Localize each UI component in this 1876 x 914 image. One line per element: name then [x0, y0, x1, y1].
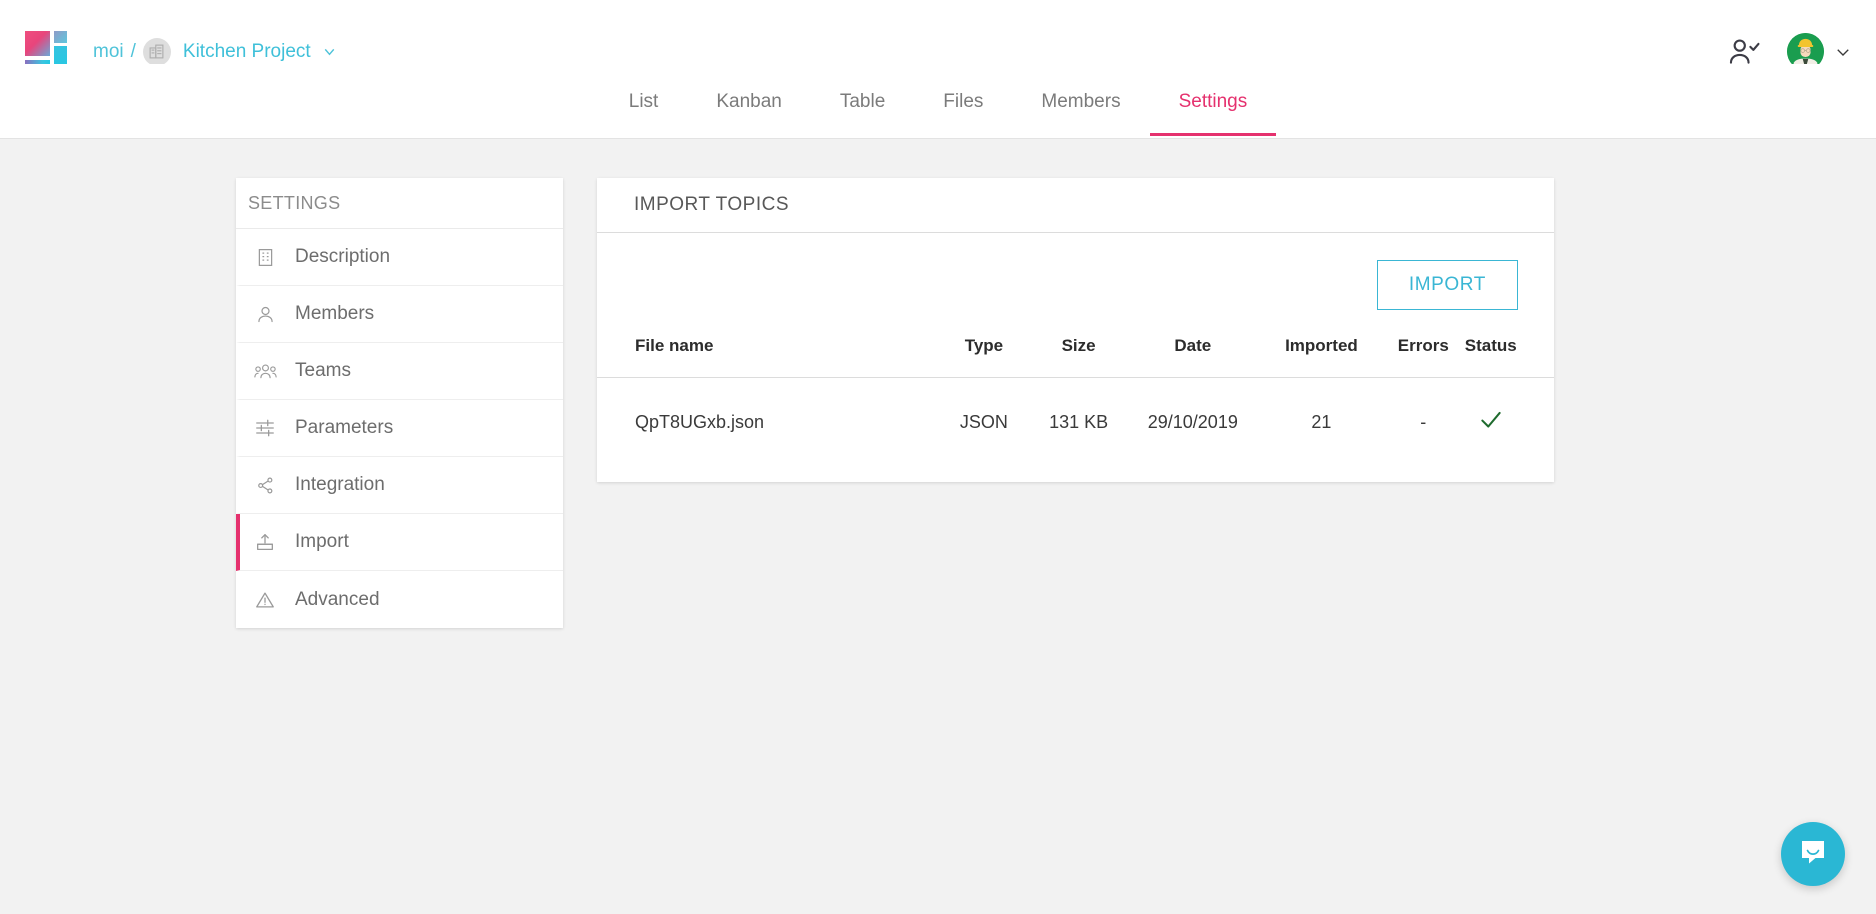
logo-tile-2 — [54, 31, 67, 43]
import-button[interactable]: IMPORT — [1377, 260, 1518, 310]
tab-kanban[interactable]: Kanban — [687, 64, 811, 136]
column-header-size: Size — [1031, 336, 1126, 378]
cell-imported: 21 — [1260, 378, 1383, 447]
page-title: IMPORT TOPICS — [597, 178, 1554, 233]
cell-errors: - — [1383, 378, 1463, 447]
cell-date: 29/10/2019 — [1126, 378, 1260, 447]
chat-bubble-icon — [1797, 836, 1829, 873]
sidebar-item-advanced[interactable]: Advanced — [236, 571, 563, 628]
breadcrumb: moi / Kitchen Project — [93, 38, 338, 66]
logo-tile-1 — [25, 31, 50, 56]
chevron-down-icon[interactable] — [1834, 43, 1852, 61]
chevron-down-icon[interactable] — [321, 43, 338, 60]
sidebar-item-label: Parameters — [295, 417, 393, 439]
column-header-date: Date — [1126, 336, 1260, 378]
status-success-check-icon — [1478, 407, 1504, 433]
breadcrumb-separator: / — [131, 41, 136, 63]
sidebar-item-teams[interactable]: Teams — [236, 343, 563, 400]
settings-nav-panel: SETTINGS Description Members — [236, 178, 563, 628]
table-header: File name Type Size Date Imported Errors… — [597, 336, 1554, 378]
cell-status — [1463, 378, 1554, 447]
column-header-file-name: File name — [597, 336, 937, 378]
import-toolbar: IMPORT — [597, 233, 1554, 310]
table-body: QpT8UGxb.json JSON 131 KB 29/10/2019 21 … — [597, 378, 1554, 447]
imported-files-table: File name Type Size Date Imported Errors… — [597, 336, 1554, 446]
sidebar-item-label: Teams — [295, 360, 351, 382]
sidebar-item-members[interactable]: Members — [236, 286, 563, 343]
main-tab-bar: List Kanban Table Files Members Settings — [0, 64, 1876, 139]
sliders-icon — [252, 417, 278, 439]
cell-size: 131 KB — [1031, 378, 1126, 447]
breadcrumb-owner[interactable]: moi — [93, 41, 124, 63]
breadcrumb-project[interactable]: Kitchen Project — [183, 41, 311, 63]
tab-table[interactable]: Table — [811, 64, 914, 136]
upload-box-icon — [252, 531, 278, 553]
tab-files[interactable]: Files — [914, 64, 1012, 136]
table-row[interactable]: QpT8UGxb.json JSON 131 KB 29/10/2019 21 … — [597, 378, 1554, 447]
tab-members[interactable]: Members — [1012, 64, 1149, 136]
sidebar-item-label: Description — [295, 246, 390, 268]
sidebar-item-label: Integration — [295, 474, 385, 496]
column-header-status: Status — [1463, 336, 1554, 378]
warning-icon — [252, 589, 278, 611]
person-icon — [252, 304, 278, 325]
content-area: SETTINGS Description Members — [0, 139, 1876, 914]
sidebar-item-description[interactable]: Description — [236, 229, 563, 286]
project-avatar-icon — [143, 38, 171, 66]
column-header-imported: Imported — [1260, 336, 1383, 378]
sidebar-item-label: Members — [295, 303, 374, 325]
import-topics-panel: IMPORT TOPICS IMPORT File name Type Size… — [597, 178, 1554, 482]
column-header-type: Type — [937, 336, 1032, 378]
sidebar-item-integration[interactable]: Integration — [236, 457, 563, 514]
table-header-row: File name Type Size Date Imported Errors… — [597, 336, 1554, 378]
people-icon — [252, 360, 278, 383]
tab-settings[interactable]: Settings — [1150, 64, 1277, 136]
column-header-errors: Errors — [1383, 336, 1463, 378]
chat-launcher-button[interactable] — [1781, 822, 1845, 886]
sidebar-item-label: Advanced — [295, 589, 380, 611]
sidebar-item-parameters[interactable]: Parameters — [236, 400, 563, 457]
cell-type: JSON — [937, 378, 1032, 447]
cell-file-name: QpT8UGxb.json — [597, 378, 937, 447]
tab-list[interactable]: List — [600, 64, 688, 136]
sidebar-item-import[interactable]: Import — [236, 514, 563, 571]
building-icon — [252, 247, 278, 268]
share-node-icon — [252, 475, 278, 496]
settings-panel-title: SETTINGS — [236, 178, 563, 229]
sidebar-item-label: Import — [295, 531, 349, 553]
